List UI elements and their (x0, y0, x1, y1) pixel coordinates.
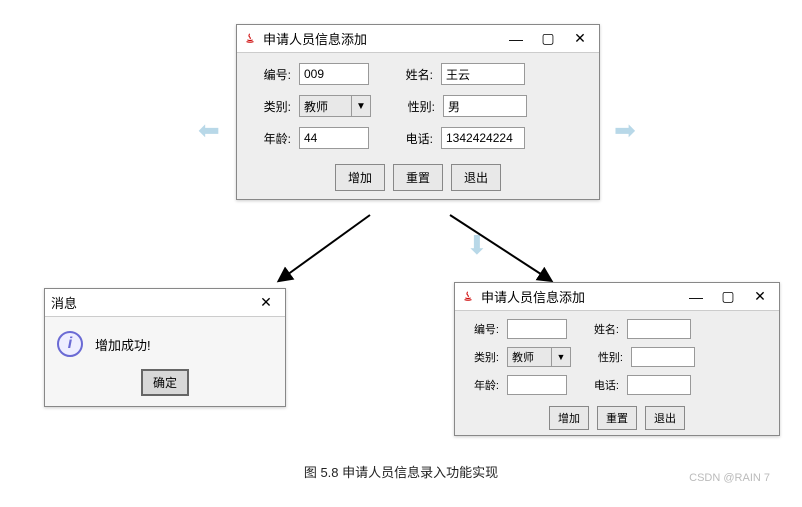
label-category: 类别: (245, 98, 293, 115)
titlebar: 申请人员信息添加 — ▢ ✕ (237, 25, 599, 53)
minimize-icon[interactable]: — (509, 32, 523, 46)
label-id: 编号: (461, 321, 501, 337)
info-icon: i (57, 331, 83, 357)
input-sex[interactable] (631, 347, 695, 367)
close-icon[interactable]: ✕ (753, 290, 767, 304)
figure-caption: 图 5.8 申请人员信息录入功能实现 (0, 462, 802, 481)
close-icon[interactable]: ✕ (573, 32, 587, 46)
input-id[interactable] (507, 319, 567, 339)
input-phone[interactable] (441, 127, 525, 149)
label-age: 年龄: (461, 377, 501, 393)
chevron-down-icon: ▼ (352, 101, 370, 112)
flow-arrow-left-icon (260, 210, 380, 290)
input-id[interactable] (299, 63, 369, 85)
chevron-down-icon: ▼ (552, 352, 570, 362)
label-age: 年龄: (245, 130, 293, 147)
select-category-value: 教师 (508, 347, 552, 367)
minimize-icon[interactable]: — (689, 290, 703, 304)
titlebar: 消息 ✕ (45, 289, 285, 317)
exit-button[interactable]: 退出 (451, 164, 501, 191)
reset-button[interactable]: 重置 (597, 406, 637, 430)
java-icon (461, 290, 475, 304)
dialog-title: 消息 (51, 293, 77, 312)
window-applicant-add-bottom: 申请人员信息添加 — ▢ ✕ 编号: 姓名: 类别: 教师 ▼ 性别: (454, 282, 780, 436)
select-category[interactable]: 教师 ▼ (507, 347, 571, 367)
titlebar: 申请人员信息添加 — ▢ ✕ (455, 283, 779, 311)
flow-arrow-right-icon (440, 210, 570, 290)
select-category[interactable]: 教师 ▼ (299, 95, 371, 117)
java-icon (243, 32, 257, 46)
dialog-message: 消息 ✕ i 增加成功! 确定 (44, 288, 286, 407)
exit-button[interactable]: 退出 (645, 406, 685, 430)
maximize-icon[interactable]: ▢ (541, 32, 555, 46)
maximize-icon[interactable]: ▢ (721, 290, 735, 304)
label-name: 姓名: (581, 321, 621, 337)
hint-arrow-left-icon: ⬅ (198, 115, 220, 146)
close-icon[interactable]: ✕ (259, 296, 273, 310)
hint-arrow-right-icon: ➡ (614, 115, 636, 146)
add-button[interactable]: 增加 (549, 406, 589, 430)
label-sex: 性别: (585, 349, 625, 365)
window-title: 申请人员信息添加 (481, 287, 585, 306)
window-applicant-add-top: 申请人员信息添加 — ▢ ✕ 编号: 姓名: 类别: 教师 ▼ 性别: (236, 24, 600, 200)
input-name[interactable] (627, 319, 691, 339)
add-button[interactable]: 增加 (335, 164, 385, 191)
window-title: 申请人员信息添加 (263, 29, 367, 48)
ok-button[interactable]: 确定 (141, 369, 189, 396)
label-id: 编号: (245, 66, 293, 83)
label-phone: 电话: (387, 130, 435, 147)
label-phone: 电话: (581, 377, 621, 393)
watermark: CSDN @RAIN 7 (689, 472, 770, 484)
reset-button[interactable]: 重置 (393, 164, 443, 191)
input-sex[interactable] (443, 95, 527, 117)
label-category: 类别: (461, 349, 501, 365)
dialog-text: 增加成功! (95, 335, 151, 354)
input-phone[interactable] (627, 375, 691, 395)
label-sex: 性别: (389, 98, 437, 115)
input-age[interactable] (299, 127, 369, 149)
input-name[interactable] (441, 63, 525, 85)
label-name: 姓名: (387, 66, 435, 83)
select-category-value: 教师 (300, 96, 352, 117)
input-age[interactable] (507, 375, 567, 395)
